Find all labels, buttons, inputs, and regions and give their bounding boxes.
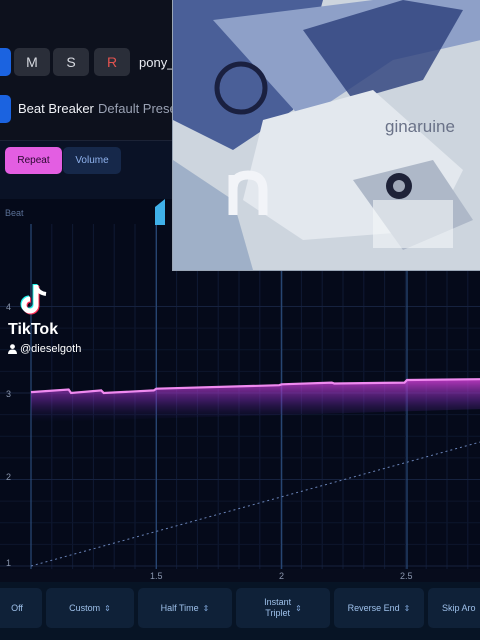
half-time-button[interactable]: Half Time ⇕ (138, 588, 232, 628)
chevron-updown-icon: ⇕ (295, 603, 302, 613)
x-tick-2: 2 (279, 571, 285, 581)
chevron-updown-icon: ⇕ (403, 603, 411, 613)
solo-button[interactable]: S (53, 48, 89, 76)
instant-triplet-button[interactable]: Instant Triplet ⇕ (236, 588, 330, 628)
reference-diagonal-line (30, 441, 480, 567)
video-overlay: ginaruine (172, 0, 480, 271)
skip-around-button[interactable]: Skip Aro (428, 588, 480, 628)
custom-label: Custom (69, 602, 101, 613)
mute-button[interactable]: M (14, 48, 50, 76)
instant-triplet-label: Instant Triplet (264, 597, 291, 619)
x-tick-2-5: 2.5 (400, 571, 413, 581)
volume-mode-button[interactable]: Volume (63, 147, 121, 174)
y-tick-1: 1 (6, 558, 12, 568)
track-name[interactable]: pony_ (139, 55, 174, 70)
off-label: Off (11, 602, 23, 613)
chevron-updown-icon: ⇕ (104, 603, 111, 613)
tiktok-logo (20, 284, 47, 315)
off-button[interactable]: Off (0, 588, 42, 628)
reverse-end-button[interactable]: Reverse End ⇕ (334, 588, 424, 628)
instant-label: Instant (264, 597, 292, 607)
repeat-mode-button[interactable]: Repeat (5, 147, 62, 174)
half-time-label: Half Time (160, 602, 199, 613)
video-frame-image: ginaruine (173, 0, 480, 270)
plugin-name[interactable]: Beat Breaker (18, 101, 94, 116)
plugin-color-tab[interactable] (0, 95, 11, 123)
track-color-tab[interactable] (0, 48, 11, 76)
y-tick-2: 2 (6, 472, 12, 482)
tiktok-username: @dieselgoth (20, 343, 82, 355)
x-tick-1-5: 1.5 (150, 571, 163, 581)
custom-button[interactable]: Custom ⇕ (46, 588, 134, 628)
beat-axis-label: Beat (5, 208, 24, 218)
triplet-label: Triplet (265, 608, 290, 618)
video-caption: ginaruine (385, 117, 455, 136)
y-tick-3: 3 (6, 389, 12, 399)
y-tick-4: 4 (6, 302, 12, 312)
user-icon (8, 344, 17, 354)
playhead-marker[interactable] (155, 199, 165, 225)
preset-name[interactable]: Default Prese (98, 101, 177, 116)
reverse-end-label: Reverse End (347, 602, 400, 613)
chevron-updown-icon: ⇕ (202, 603, 210, 613)
record-button[interactable]: R (94, 48, 130, 76)
skip-around-label: Skip Aro (442, 602, 476, 613)
tiktok-brand: TikTok (8, 321, 59, 338)
